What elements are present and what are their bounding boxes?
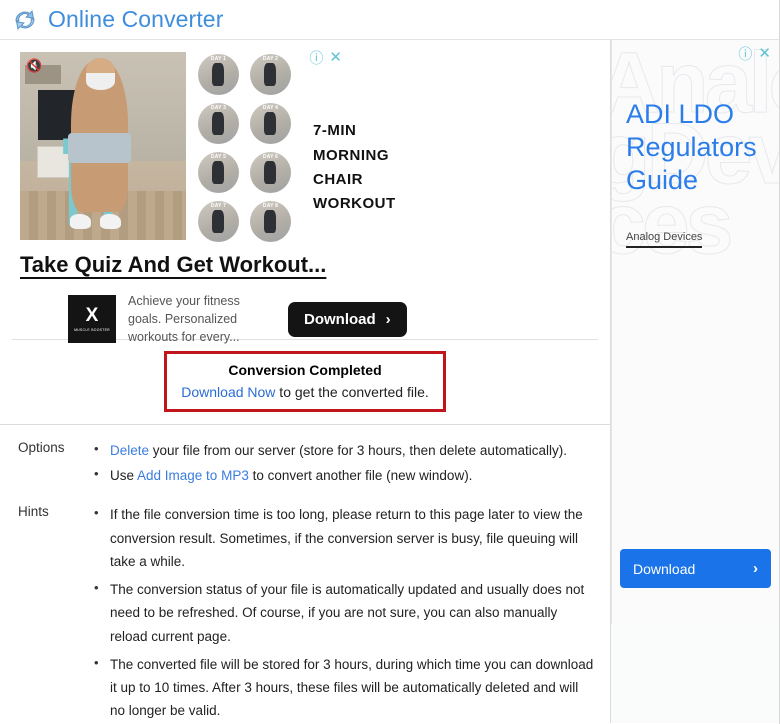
day-thumbnail-grid: DAY 1 DAY 2 DAY 3 DAY 4 DAY 5 DAY 6 DAY … (198, 54, 291, 242)
day-label: DAY 2 (262, 56, 279, 62)
day-thumbnail: DAY 6 (250, 152, 291, 193)
ad-banner: X MUSCLE BOOSTER Achieve your fitness go… (20, 292, 598, 346)
ad-headline: 7-MIN MORNING CHAIR WORKOUT (313, 52, 396, 242)
info-icon[interactable]: ⓘ (738, 47, 752, 61)
workout-photo: 🔇 (20, 52, 186, 240)
add-image-to-mp3-link[interactable]: Add Image to MP3 (137, 468, 249, 483)
delete-file-link[interactable]: Delete (110, 443, 149, 458)
right-ad-controls: ⓘ ✕ (738, 46, 771, 61)
download-now-link[interactable]: Download Now (181, 384, 275, 400)
ad-download-button[interactable]: Download › (288, 301, 407, 337)
right-ad-brand: Analog Devices (626, 231, 703, 248)
page-root: Online Converter ⓘ ✕ 🔇 DAY 1 DAY 2 DAY 3… (0, 0, 780, 724)
options-body: Delete your file from our server (store … (92, 438, 596, 489)
day-thumbnail: DAY 8 (250, 201, 291, 242)
main-column: ⓘ ✕ 🔇 DAY 1 DAY 2 DAY 3 DAY 4 DAY 5 DAY … (0, 40, 611, 723)
status-subtext: Download Now to get the converted file. (173, 384, 437, 400)
ad-banner-text: Achieve your fitness goals. Personalized… (128, 294, 240, 345)
close-icon[interactable]: ✕ (758, 46, 771, 61)
right-ad-title: ADI LDO Regulators Guide (626, 99, 757, 195)
day-label: DAY 6 (262, 154, 279, 160)
day-label: DAY 5 (210, 154, 227, 160)
list-item: Delete your file from our server (store … (92, 438, 596, 462)
top-ad-body: 🔇 DAY 1 DAY 2 DAY 3 DAY 4 DAY 5 DAY 6 DA… (20, 52, 598, 242)
conversion-status-box: Conversion Completed Download Now to get… (164, 351, 446, 412)
day-thumbnail: DAY 5 (198, 152, 239, 193)
day-label: DAY 1 (210, 56, 227, 62)
day-thumbnail: DAY 2 (250, 54, 291, 95)
ad-cta-title[interactable]: Take Quiz And Get Workout... (20, 252, 598, 278)
ad-headline-line: CHAIR (313, 171, 363, 188)
day-label: DAY 7 (210, 203, 227, 209)
page-title: Online Converter (48, 6, 224, 32)
day-thumbnail: DAY 1 (198, 54, 239, 95)
brand-sub: MUSCLE BOOSTER (74, 328, 110, 333)
sidebar-column: ⓘ ✕ AnalogDevices ADI LDO Regulators Gui… (611, 40, 779, 723)
ad-headline-line: MORNING (313, 146, 389, 164)
right-advertisement[interactable]: ⓘ ✕ AnalogDevices ADI LDO Regulators Gui… (611, 40, 779, 624)
ad-headline-line: WORKOUT (313, 195, 396, 213)
brand-mark: X (85, 305, 99, 327)
chevron-right-icon: › (385, 310, 391, 328)
status-tail-text: to get the converted file. (275, 384, 429, 400)
day-thumbnail: DAY 3 (198, 103, 239, 144)
list-item: The converted file will be stored for 3 … (92, 652, 596, 723)
hints-label: Hints (18, 504, 49, 520)
ad-download-label: Download (304, 310, 376, 328)
right-ad-download-label: Download (633, 560, 696, 577)
ad-headline-line: 7-MIN (313, 122, 357, 140)
hints-body: If the file conversion time is too long,… (92, 502, 596, 724)
status-title: Conversion Completed (228, 362, 382, 378)
option-text: to convert another file (new window). (248, 468, 473, 484)
mute-icon[interactable]: 🔇 (26, 58, 44, 74)
day-thumbnail: DAY 4 (250, 103, 291, 144)
list-item: Use Add Image to MP3 to convert another … (92, 463, 596, 487)
refresh-sync-icon (10, 6, 40, 34)
option-text: your file from our server (store for 3 h… (149, 443, 567, 458)
content-area: ⓘ ✕ 🔇 DAY 1 DAY 2 DAY 3 DAY 4 DAY 5 DAY … (0, 40, 779, 723)
status-section: Conversion Completed Download Now to get… (0, 340, 610, 412)
muscle-booster-logo-icon: X MUSCLE BOOSTER (68, 295, 116, 344)
chevron-right-icon: › (753, 560, 758, 577)
site-header: Online Converter (0, 0, 779, 40)
right-ad-download-button[interactable]: Download › (620, 549, 771, 588)
list-item: The conversion status of your file is au… (92, 577, 596, 648)
day-thumbnail: DAY 7 (198, 201, 239, 242)
top-ad-controls: ⓘ ✕ (309, 50, 342, 65)
list-item: If the file conversion time is too long,… (92, 502, 596, 573)
close-icon[interactable]: ✕ (329, 50, 342, 65)
options-section: Options Delete your file from our server… (0, 425, 610, 489)
day-label: DAY 3 (210, 105, 227, 111)
options-label: Options (18, 440, 65, 455)
day-label: DAY 8 (262, 203, 279, 209)
option-pre-text: Use (110, 468, 138, 484)
top-advertisement[interactable]: ⓘ ✕ 🔇 DAY 1 DAY 2 DAY 3 DAY 4 DAY 5 DAY … (0, 40, 610, 344)
hints-section: Hints If the file conversion time is too… (0, 489, 610, 724)
day-label: DAY 4 (262, 105, 279, 111)
info-icon[interactable]: ⓘ (309, 51, 323, 65)
